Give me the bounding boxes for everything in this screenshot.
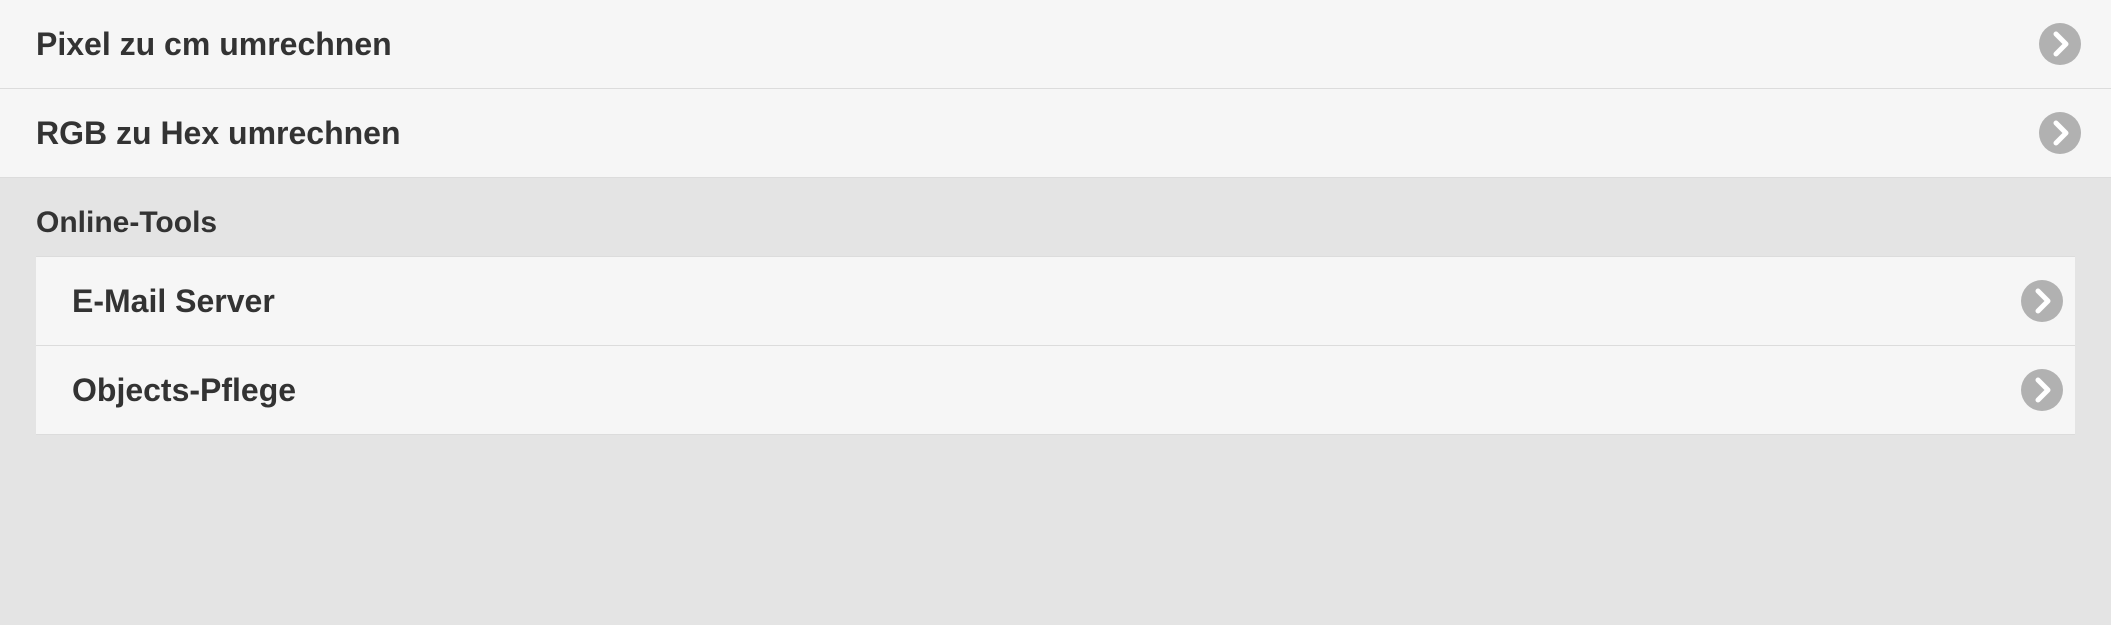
list-item-label: Objects-Pflege [72, 372, 296, 409]
list-item-label: RGB zu Hex umrechnen [36, 115, 401, 152]
top-list: Pixel zu cm umrechnen RGB zu Hex umrechn… [0, 0, 2111, 178]
chevron-right-icon [2039, 112, 2081, 154]
list-item-label: E-Mail Server [72, 283, 275, 320]
list-item-pixel-cm[interactable]: Pixel zu cm umrechnen [0, 0, 2111, 89]
list-item-email-server[interactable]: E-Mail Server [36, 256, 2075, 346]
chevron-right-icon [2039, 23, 2081, 65]
chevron-right-icon [2021, 369, 2063, 411]
sublist-online-tools: E-Mail Server Objects-Pflege [0, 256, 2111, 435]
list-item-label: Pixel zu cm umrechnen [36, 26, 392, 63]
chevron-right-icon [2021, 280, 2063, 322]
list-item-rgb-hex[interactable]: RGB zu Hex umrechnen [0, 88, 2111, 178]
section-header-online-tools: Online-Tools [0, 178, 2111, 256]
list-item-objects-pflege[interactable]: Objects-Pflege [36, 345, 2075, 435]
